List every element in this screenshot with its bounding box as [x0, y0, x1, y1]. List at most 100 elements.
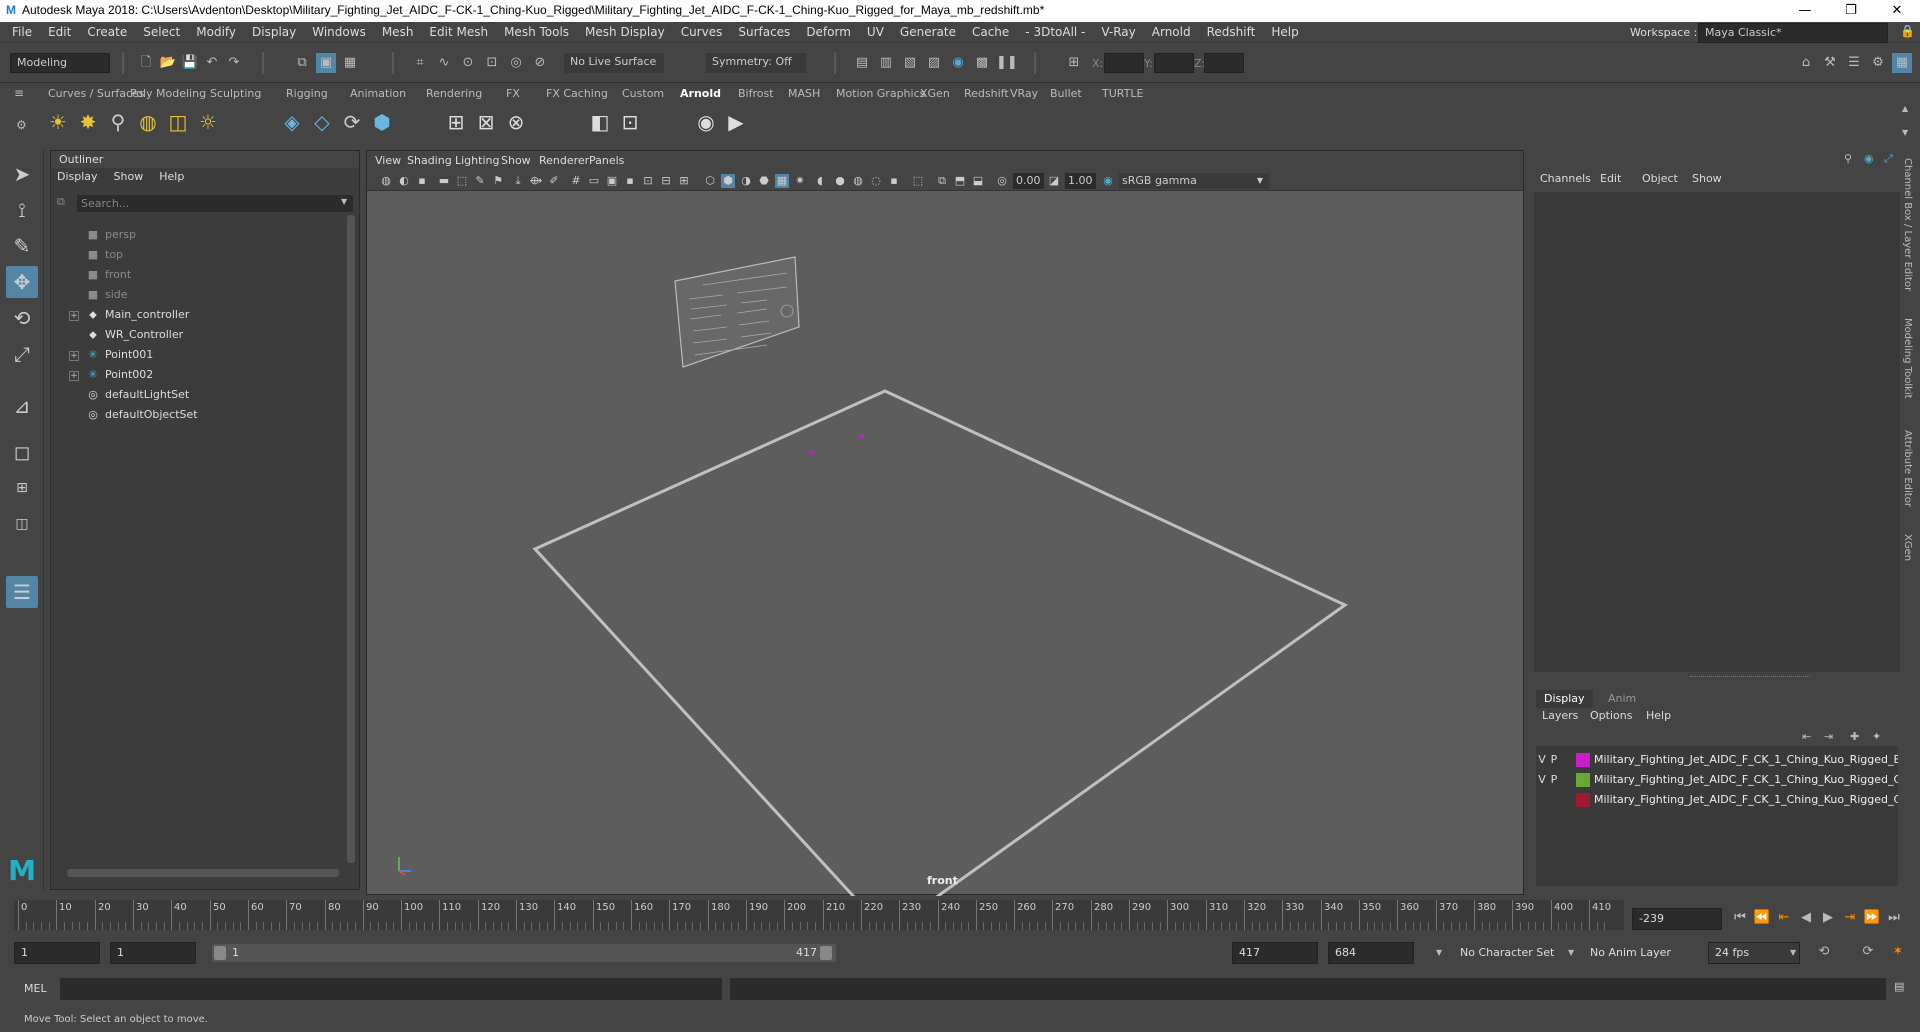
- render-current-icon[interactable]: ▤: [852, 53, 872, 73]
- layer-playback-toggle[interactable]: P: [1548, 750, 1560, 770]
- lasso-tool-icon[interactable]: ⟟: [6, 194, 38, 226]
- side-tab-modeling-toolkit[interactable]: Modeling Toolkit: [1902, 318, 1913, 399]
- play-backwards-icon[interactable]: ◀: [1796, 908, 1816, 928]
- snap-surface-icon[interactable]: ◎: [506, 53, 526, 73]
- flag-icon[interactable]: ⚑: [491, 174, 505, 188]
- outliner-hscrollbar[interactable]: [67, 869, 339, 877]
- shelf-tab-bifrost[interactable]: Bifrost: [730, 84, 782, 104]
- tx-manager-icon[interactable]: ⊗: [502, 108, 530, 136]
- character-set-field[interactable]: No Character Set: [1460, 946, 1554, 959]
- layer-color-swatch[interactable]: [1576, 793, 1590, 807]
- outliner-search-input[interactable]: Search...: [77, 195, 353, 212]
- x-field[interactable]: [1104, 53, 1144, 73]
- photometric-light-icon[interactable]: ⚲: [104, 108, 132, 136]
- end-time-field[interactable]: 684: [1328, 942, 1414, 964]
- menu-redshift[interactable]: Redshift: [1199, 22, 1264, 43]
- layer-visibility-toggle[interactable]: V: [1536, 770, 1548, 790]
- open-scene-icon[interactable]: 📂: [158, 53, 178, 73]
- menu-file[interactable]: File: [4, 22, 40, 43]
- snap-point-icon[interactable]: ⊙: [458, 53, 478, 73]
- y-field[interactable]: [1154, 53, 1194, 73]
- anim-layer-field[interactable]: No Anim Layer: [1590, 946, 1671, 959]
- layer-menu-help[interactable]: Help: [1646, 707, 1671, 725]
- script-editor-icon[interactable]: ▤: [1894, 980, 1904, 993]
- viewport-menu-view[interactable]: View: [375, 151, 401, 171]
- lock-icon[interactable]: 🔒: [1900, 24, 1915, 38]
- step-forward-key-icon[interactable]: ⏩: [1862, 908, 1882, 928]
- fps-dropdown-icon[interactable]: ▼: [1790, 948, 1796, 957]
- layer-row[interactable]: V P Military_Fighting_Jet_AIDC_F_CK_1_Chin…: [1536, 750, 1898, 770]
- use-lights-icon[interactable]: ✷: [793, 174, 807, 188]
- range-end-handle[interactable]: [820, 946, 832, 960]
- grid-icon[interactable]: #: [569, 174, 583, 188]
- motion-blur-icon[interactable]: ▪: [887, 174, 901, 188]
- range-start-handle[interactable]: [214, 946, 226, 960]
- undo-icon[interactable]: ↶: [202, 53, 222, 73]
- shadows-icon[interactable]: ◖: [813, 174, 827, 188]
- resolution-gate-icon[interactable]: ▣: [605, 174, 619, 188]
- depth-of-field-icon[interactable]: ◌: [869, 174, 883, 188]
- side-tab-attribute-editor[interactable]: Attribute Editor: [1902, 430, 1913, 507]
- exposure-field[interactable]: 0.00: [1013, 173, 1044, 189]
- snap-view-icon[interactable]: ⊡: [482, 53, 502, 73]
- outliner-item[interactable]: ◎ defaultObjectSet: [69, 405, 197, 425]
- standin-icon[interactable]: ◈: [278, 108, 306, 136]
- shelf-tab-sculpting[interactable]: Sculpting: [202, 84, 269, 104]
- live-surface-field[interactable]: No Live Surface: [564, 53, 664, 73]
- menu-arnold[interactable]: Arnold: [1144, 22, 1199, 43]
- gamma-icon[interactable]: ◪: [1047, 174, 1061, 188]
- outliner-menu-display[interactable]: Display: [57, 168, 98, 186]
- outliner-item[interactable]: ⬥ WR_Controller: [69, 325, 183, 345]
- export-standin-icon[interactable]: ◇: [308, 108, 336, 136]
- film-gate-icon[interactable]: ▭: [587, 174, 601, 188]
- render-sequence-icon[interactable]: ▥: [876, 53, 896, 73]
- menu-windows[interactable]: Windows: [304, 22, 374, 43]
- layer-move-down-icon[interactable]: ⇥: [1824, 730, 1833, 743]
- select-component-icon[interactable]: ▦: [340, 53, 360, 73]
- outliner-filter-icon[interactable]: ⧉: [57, 195, 65, 209]
- isolate-select-icon[interactable]: ⬚: [911, 174, 925, 188]
- camera-attr-icon[interactable]: ◐: [397, 174, 411, 188]
- menu-uv[interactable]: UV: [859, 22, 892, 43]
- physical-sky-icon[interactable]: ☼: [194, 108, 222, 136]
- four-pane-icon[interactable]: ⊞: [6, 472, 38, 504]
- outliner-menu-help[interactable]: Help: [159, 168, 184, 186]
- outliner-item[interactable]: + ✳ Point001: [69, 345, 153, 365]
- light-portal-icon[interactable]: ◫: [164, 108, 192, 136]
- outliner-item[interactable]: ■ top: [69, 245, 123, 265]
- menu-cache[interactable]: Cache: [964, 22, 1017, 43]
- shelf-tab-arnold[interactable]: Arnold: [672, 84, 729, 104]
- viewport-canvas[interactable]: [367, 191, 1523, 896]
- xray-joints-icon[interactable]: ⬒: [953, 174, 967, 188]
- loop-icon[interactable]: ⟲: [1814, 942, 1834, 962]
- snap-plane-icon[interactable]: ⊘: [530, 53, 550, 73]
- outliner-item[interactable]: ◎ defaultLightSet: [69, 385, 189, 405]
- play-forwards-icon[interactable]: ▶: [1818, 908, 1838, 928]
- ipr-render-icon[interactable]: ▧: [900, 53, 920, 73]
- anim-prefs-icon[interactable]: ✶: [1888, 942, 1908, 962]
- outliner-vscrollbar[interactable]: [347, 215, 355, 863]
- auto-key-icon[interactable]: ⟳: [1858, 942, 1878, 962]
- select-tool-icon[interactable]: ➤: [6, 158, 38, 190]
- color-management-icon[interactable]: ◉: [1101, 174, 1115, 188]
- outliner-menu-show[interactable]: Show: [114, 168, 144, 186]
- channel-box-float-icon[interactable]: ◉: [1864, 152, 1874, 165]
- step-forward-frame-icon[interactable]: ⇥: [1840, 908, 1860, 928]
- motion-trail-icon[interactable]: ⟴: [529, 174, 543, 188]
- image-plane-icon[interactable]: ▬: [437, 174, 451, 188]
- outliner-item[interactable]: ■ side: [69, 285, 128, 305]
- shelf-tab-poly-modeling[interactable]: Poly Modeling: [122, 84, 214, 104]
- flush-cache-icon[interactable]: ⊠: [472, 108, 500, 136]
- menu-modify[interactable]: Modify: [188, 22, 244, 43]
- shelf-tab-vray[interactable]: VRay: [1002, 84, 1046, 104]
- character-set-dropdown-icon[interactable]: ▼: [1436, 948, 1442, 957]
- step-back-frame-icon[interactable]: ⇤: [1774, 908, 1794, 928]
- menu-mesh-display[interactable]: Mesh Display: [577, 22, 673, 43]
- menu-curves[interactable]: Curves: [673, 22, 731, 43]
- layer-row[interactable]: V P Military_Fighting_Jet_AIDC_F_CK_1_Chin…: [1536, 770, 1898, 790]
- layer-color-swatch[interactable]: [1576, 773, 1590, 787]
- menu-surfaces[interactable]: Surfaces: [730, 22, 798, 43]
- go-to-end-icon[interactable]: ⏭: [1884, 908, 1904, 928]
- attribute-editor-icon[interactable]: ☰: [1844, 53, 1864, 73]
- xray-icon[interactable]: ⧉: [935, 174, 949, 188]
